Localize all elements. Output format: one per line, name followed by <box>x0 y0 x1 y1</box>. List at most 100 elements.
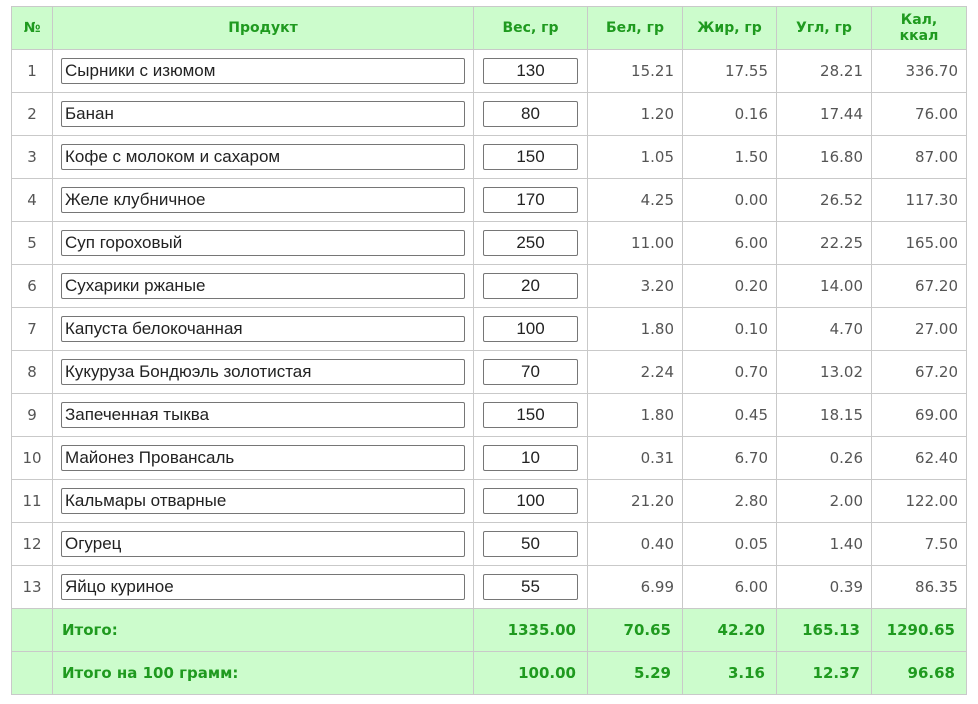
weight-input[interactable] <box>483 531 578 557</box>
totals-label: Итого: <box>52 608 474 652</box>
row-number: 11 <box>11 479 53 523</box>
product-cell <box>52 307 474 351</box>
col-header-carbs: Угл, гр <box>776 6 872 50</box>
weight-cell <box>473 178 588 222</box>
product-input[interactable] <box>61 316 465 342</box>
weight-cell <box>473 264 588 308</box>
carbs-value: 22.25 <box>776 221 872 265</box>
protein-value: 1.80 <box>587 307 683 351</box>
weight-input[interactable] <box>483 144 578 170</box>
weight-input[interactable] <box>483 574 578 600</box>
product-cell <box>52 264 474 308</box>
weight-input[interactable] <box>483 488 578 514</box>
row-number: 2 <box>11 92 53 136</box>
per100-weight: 100.00 <box>473 651 588 695</box>
row-number: 8 <box>11 350 53 394</box>
weight-input[interactable] <box>483 230 578 256</box>
protein-value: 1.05 <box>587 135 683 179</box>
col-header-weight: Вес, гр <box>473 6 588 50</box>
weight-input[interactable] <box>483 402 578 428</box>
kcal-value: 122.00 <box>871 479 967 523</box>
table-row: 10 0.316.700.2662.40 <box>11 436 967 480</box>
header-row: № Продукт Вес, гр Бел, гр Жир, гр Угл, г… <box>11 6 967 50</box>
kcal-value: 86.35 <box>871 565 967 609</box>
table-row: 1 15.2117.5528.21336.70 <box>11 49 967 93</box>
product-cell <box>52 436 474 480</box>
kcal-value: 69.00 <box>871 393 967 437</box>
weight-input[interactable] <box>483 273 578 299</box>
kcal-value: 336.70 <box>871 49 967 93</box>
col-header-kcal: Кал, ккал <box>871 6 967 50</box>
product-cell <box>52 479 474 523</box>
kcal-value: 117.30 <box>871 178 967 222</box>
row-number: 10 <box>11 436 53 480</box>
fat-value: 0.10 <box>682 307 777 351</box>
table-row: 4 4.250.0026.52117.30 <box>11 178 967 222</box>
per100-fat: 3.16 <box>682 651 777 695</box>
totals-row: Итого: 1335.00 70.65 42.20 165.13 1290.6… <box>11 608 967 652</box>
product-input[interactable] <box>61 359 465 385</box>
fat-value: 17.55 <box>682 49 777 93</box>
totals-carbs: 165.13 <box>776 608 872 652</box>
product-cell <box>52 221 474 265</box>
carbs-value: 17.44 <box>776 92 872 136</box>
fat-value: 6.70 <box>682 436 777 480</box>
table-row: 7 1.800.104.7027.00 <box>11 307 967 351</box>
product-input[interactable] <box>61 273 465 299</box>
col-header-fat: Жир, гр <box>682 6 777 50</box>
weight-cell <box>473 393 588 437</box>
product-input[interactable] <box>61 144 465 170</box>
product-input[interactable] <box>61 488 465 514</box>
product-input[interactable] <box>61 58 465 84</box>
product-input[interactable] <box>61 574 465 600</box>
kcal-value: 7.50 <box>871 522 967 566</box>
table-row: 5 11.006.0022.25165.00 <box>11 221 967 265</box>
table-row: 11 21.202.802.00122.00 <box>11 479 967 523</box>
protein-value: 15.21 <box>587 49 683 93</box>
product-input[interactable] <box>61 531 465 557</box>
table-row: 6 3.200.2014.0067.20 <box>11 264 967 308</box>
weight-input[interactable] <box>483 316 578 342</box>
weight-cell <box>473 135 588 179</box>
fat-value: 0.20 <box>682 264 777 308</box>
carbs-value: 1.40 <box>776 522 872 566</box>
product-input[interactable] <box>61 445 465 471</box>
product-input[interactable] <box>61 187 465 213</box>
carbs-value: 28.21 <box>776 49 872 93</box>
product-input[interactable] <box>61 230 465 256</box>
per100-empty-cell <box>11 651 53 695</box>
col-header-protein: Бел, гр <box>587 6 683 50</box>
kcal-value: 67.20 <box>871 350 967 394</box>
weight-cell <box>473 350 588 394</box>
row-number: 7 <box>11 307 53 351</box>
protein-value: 3.20 <box>587 264 683 308</box>
weight-input[interactable] <box>483 187 578 213</box>
totals-empty-cell <box>11 608 53 652</box>
product-cell <box>52 178 474 222</box>
col-header-num: № <box>11 6 53 50</box>
product-input[interactable] <box>61 402 465 428</box>
per100-kcal: 96.68 <box>871 651 967 695</box>
per100-row: Итого на 100 грамм: 100.00 5.29 3.16 12.… <box>11 651 967 695</box>
carbs-value: 16.80 <box>776 135 872 179</box>
protein-value: 6.99 <box>587 565 683 609</box>
kcal-value: 76.00 <box>871 92 967 136</box>
product-input[interactable] <box>61 101 465 127</box>
weight-input[interactable] <box>483 58 578 84</box>
protein-value: 0.31 <box>587 436 683 480</box>
fat-value: 2.80 <box>682 479 777 523</box>
fat-value: 0.16 <box>682 92 777 136</box>
fat-value: 6.00 <box>682 565 777 609</box>
kcal-value: 27.00 <box>871 307 967 351</box>
fat-value: 1.50 <box>682 135 777 179</box>
col-header-product: Продукт <box>52 6 474 50</box>
weight-input[interactable] <box>483 359 578 385</box>
weight-cell <box>473 565 588 609</box>
weight-cell <box>473 479 588 523</box>
carbs-value: 18.15 <box>776 393 872 437</box>
weight-input[interactable] <box>483 445 578 471</box>
weight-cell <box>473 49 588 93</box>
product-cell <box>52 135 474 179</box>
weight-input[interactable] <box>483 101 578 127</box>
per100-carbs: 12.37 <box>776 651 872 695</box>
